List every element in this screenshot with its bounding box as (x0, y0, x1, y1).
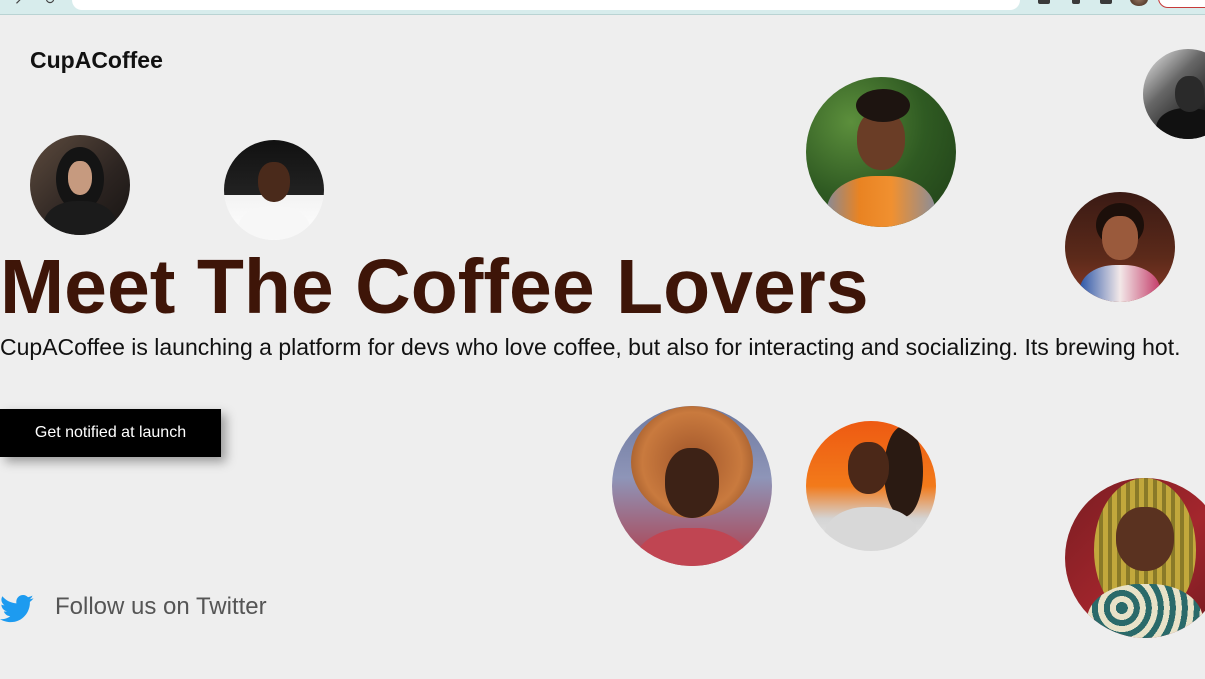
avatar-coffee-lover-4 (1143, 49, 1205, 139)
browser-toolbar: ↗ ↻ (0, 0, 1205, 15)
avatar-face (68, 161, 92, 195)
avatar-face (1175, 76, 1205, 112)
update-button[interactable] (1158, 0, 1205, 8)
avatar-body (238, 206, 310, 240)
page: ↗ ↻ CupACoffee (0, 0, 1205, 679)
avatar-coffee-lover-8 (1065, 478, 1205, 638)
site-logo[interactable]: CupACoffee (30, 47, 163, 74)
profile-avatar-icon[interactable] (1130, 0, 1148, 6)
avatar-face (1102, 216, 1138, 261)
avatar-face (847, 441, 890, 494)
address-bar[interactable] (72, 0, 1020, 10)
twitter-follow-label[interactable]: Follow us on Twitter (55, 593, 267, 621)
avatar-coffee-lover-6 (612, 406, 772, 566)
avatar-hair (884, 426, 923, 518)
avatar-face (1116, 506, 1174, 571)
forward-icon[interactable]: ↗ (14, 0, 26, 6)
avatar-body (1155, 108, 1205, 139)
avatar-body (634, 527, 750, 566)
sidebar-icon[interactable] (1100, 0, 1112, 4)
reload-icon[interactable]: ↻ (44, 0, 56, 6)
avatar-body (827, 176, 935, 227)
pin-icon[interactable] (1072, 0, 1080, 4)
hero-title: Meet The Coffee Lovers (0, 244, 869, 330)
avatar-coffee-lover-1 (30, 135, 130, 235)
avatar-coffee-lover-7 (806, 421, 936, 551)
avatar-coffee-lover-5 (1065, 192, 1175, 302)
avatar-face (664, 447, 720, 518)
avatar-coffee-lover-2 (224, 140, 324, 240)
avatar-hair (855, 89, 910, 122)
get-notified-button[interactable]: Get notified at launch (0, 409, 221, 457)
avatar-body (44, 201, 116, 235)
avatar-face (258, 162, 290, 202)
extensions-icon[interactable] (1038, 0, 1050, 4)
avatar-body (824, 506, 918, 551)
avatar-body (1080, 264, 1160, 302)
hero-subtitle: CupACoffee is launching a platform for d… (0, 334, 1181, 360)
twitter-bird-icon[interactable] (0, 594, 34, 624)
avatar-coffee-lover-3 (806, 77, 956, 227)
